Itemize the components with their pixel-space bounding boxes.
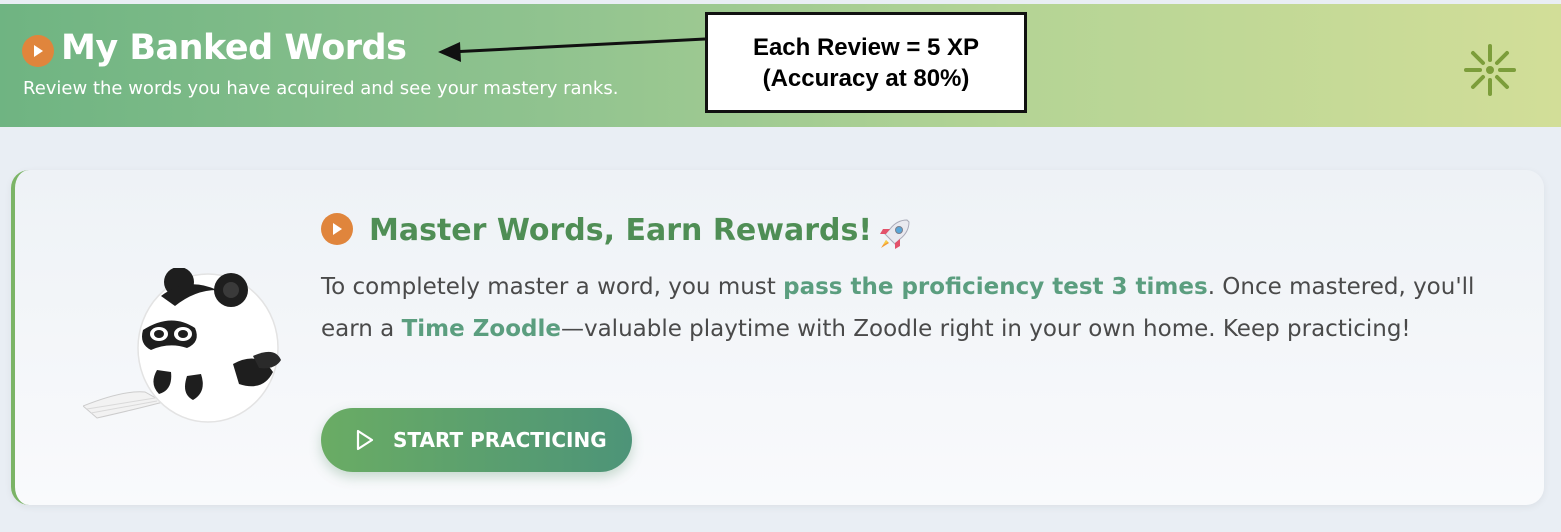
highlight-time-zoodle: Time Zoodle (401, 316, 561, 342)
callout-arrow (438, 37, 706, 62)
play-circle-icon[interactable] (321, 213, 353, 245)
rocket-icon (877, 216, 913, 256)
annotation-callout: Each Review = 5 XP (Accuracy at 80%) (705, 12, 1027, 113)
callout-line-2: (Accuracy at 80%) (762, 64, 970, 92)
page-title: My Banked Words (61, 28, 407, 68)
body-text-3: —valuable playtime with Zoodle right in … (560, 316, 1411, 342)
panda-mascot-illustration (82, 267, 293, 432)
page-subtitle: Review the words you have acquired and s… (23, 78, 619, 99)
card-description: To completely master a word, you must pa… (321, 266, 1481, 350)
play-outline-icon (355, 429, 375, 451)
start-practicing-button[interactable]: START PRACTICING (321, 408, 632, 472)
start-practicing-label: START PRACTICING (393, 428, 607, 452)
callout-line-1: Each Review = 5 XP (752, 33, 980, 61)
body-text-1: To completely master a word, you must (321, 274, 784, 300)
practice-card: Master Words, Earn Rewards! To completel… (11, 170, 1544, 505)
sparkle-flower-icon (1460, 40, 1520, 104)
card-title: Master Words, Earn Rewards! (369, 213, 873, 248)
highlight-proficiency-test: pass the proficiency test 3 times (783, 274, 1208, 300)
play-circle-icon[interactable] (22, 35, 54, 67)
